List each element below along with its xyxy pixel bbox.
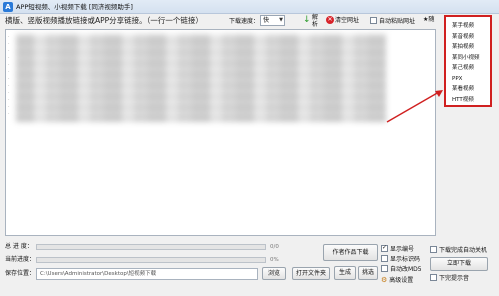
auto-paste-option[interactable]: 自动粘贴网址	[370, 16, 415, 25]
parse-label: 解析	[312, 14, 319, 28]
generate-button[interactable]: 生成	[334, 266, 356, 280]
platform-menu-item[interactable]: 某己视频	[446, 63, 490, 74]
total-progress-label: 总 进 度：	[5, 243, 33, 250]
platform-menu-item[interactable]: 某看视频	[446, 84, 490, 95]
red-arrow-annotation	[386, 90, 443, 123]
save-path-field[interactable]: C:\Users\Administrator\Desktop\短视频下载	[36, 268, 258, 280]
platform-menu-item[interactable]: 某手视频	[446, 21, 490, 32]
download-arrow-icon: ↓	[303, 15, 311, 25]
line-markers: · · · · · · · · · · · ·	[8, 34, 10, 117]
window-title: APP短视频、小视频下载 [同济视频助手]	[16, 3, 133, 11]
auto-md5-checkbox[interactable]	[381, 265, 388, 272]
advanced-settings-label: 高级设置	[389, 277, 414, 284]
platform-menu: 某手视频 某音视频 某拍视频 某同小视频 某己视频 PPX 某看视频 HTT视频	[444, 15, 492, 107]
save-location-label: 保存位置：	[5, 270, 36, 277]
random-label: 随	[428, 16, 435, 23]
instruction-label: 横版、竖版视频播放链接或APP分享链接。（一行一个链接）	[5, 16, 203, 25]
blurred-url-list	[16, 34, 386, 122]
random-button[interactable]: ★随	[423, 15, 434, 25]
gear-icon: ⚙	[381, 275, 388, 284]
platform-menu-item[interactable]: 某拍视频	[446, 42, 490, 53]
open-folder-button[interactable]: 打开文件夹	[292, 267, 330, 280]
speed-select-value: 快	[263, 17, 270, 24]
browse-button[interactable]: 浏览	[262, 267, 286, 280]
start-download-button[interactable]: 立即下载	[430, 257, 488, 271]
auto-md5-option[interactable]: 自动改MD5	[381, 264, 422, 273]
speed-select[interactable]: 快 ▼	[260, 15, 285, 26]
show-number-label: 显示编号	[390, 246, 415, 253]
current-progress-value: 0%	[270, 257, 279, 263]
total-progress-bar	[36, 244, 266, 250]
done-sound-checkbox[interactable]	[430, 274, 437, 281]
show-number-checkbox[interactable]	[381, 244, 388, 252]
auto-shutdown-label: 下载完成自动关机	[439, 247, 488, 254]
clear-icon: ✕	[326, 15, 334, 24]
author-works-download-button[interactable]: 作者作品下载	[323, 244, 378, 261]
auto-paste-checkbox[interactable]	[370, 17, 377, 24]
platform-menu-item[interactable]: 某音视频	[446, 32, 490, 43]
speed-label: 下载速度：	[229, 18, 260, 25]
show-id-checkbox[interactable]	[381, 255, 388, 262]
url-input-area[interactable]: · · · · · · · · · · · ·	[5, 29, 436, 236]
show-number-option[interactable]: 显示编号	[381, 244, 414, 253]
platform-menu-item[interactable]: 某同小视频	[446, 53, 490, 64]
total-progress-value: 0/0	[270, 244, 279, 250]
chevron-down-icon: ▼	[279, 17, 283, 23]
advanced-settings-button[interactable]: ⚙ 高级设置	[381, 275, 414, 285]
show-id-option[interactable]: 显示标识码	[381, 254, 420, 263]
clear-urls-button[interactable]: ✕ 清空网址	[326, 15, 359, 26]
show-id-label: 显示标识码	[390, 256, 421, 263]
platform-menu-item[interactable]: PPX	[446, 74, 490, 85]
auto-md5-label: 自动改MD5	[390, 266, 422, 273]
current-progress-bar	[36, 257, 266, 263]
auto-shutdown-checkbox[interactable]	[430, 246, 437, 253]
done-sound-label: 下完提示音	[439, 275, 470, 282]
parse-button[interactable]: ↓ 解析	[303, 14, 323, 30]
platform-menu-item[interactable]: HTT视频	[446, 95, 490, 106]
done-sound-option[interactable]: 下完提示音	[430, 273, 469, 282]
arrow-line	[386, 91, 440, 123]
auto-paste-label: 自动粘贴网址	[379, 18, 416, 25]
clear-urls-label: 清空网址	[335, 17, 360, 24]
app-icon: A	[3, 2, 13, 12]
pick-button[interactable]: 挑选	[358, 266, 378, 280]
current-progress-label: 当前进度：	[5, 256, 36, 263]
auto-shutdown-option[interactable]: 下载完成自动关机	[430, 245, 487, 254]
